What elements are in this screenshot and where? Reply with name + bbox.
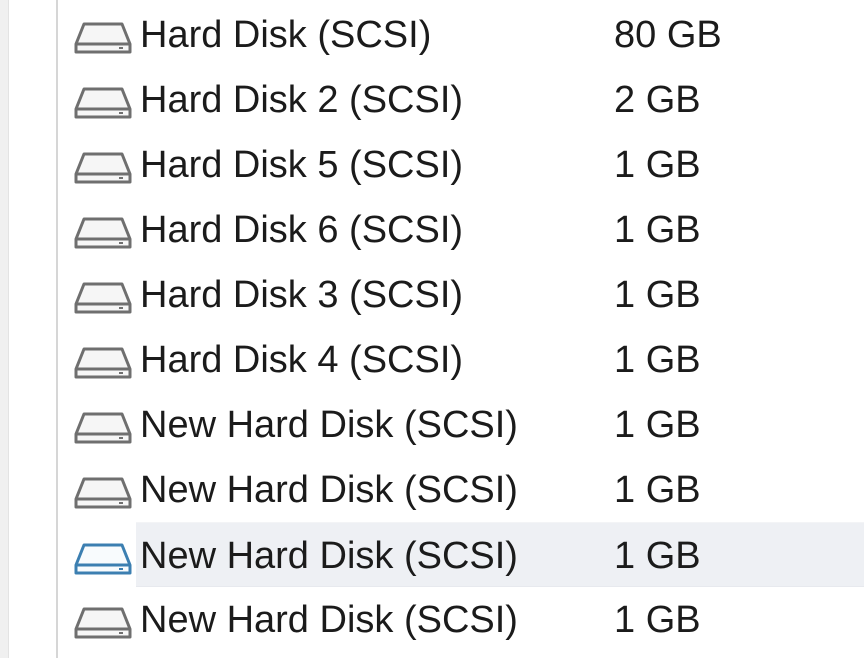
- device-row[interactable]: New Hard Disk (SCSI) 1 GB: [58, 587, 864, 652]
- device-name: New Hard Disk (SCSI): [140, 599, 518, 641]
- device-row[interactable]: Hard Disk 2 (SCSI) 2 GB: [58, 67, 864, 132]
- hard-disk-icon: [74, 347, 132, 379]
- device-size: 1 GB: [614, 274, 701, 316]
- device-name: Hard Disk 3 (SCSI): [140, 274, 464, 316]
- device-name: New Hard Disk (SCSI): [140, 404, 518, 446]
- device-size: 1 GB: [614, 469, 701, 511]
- hard-disk-icon: [74, 22, 132, 54]
- device-size: 1 GB: [614, 144, 701, 186]
- device-row[interactable]: Hard Disk (SCSI) 80 GB: [58, 2, 864, 67]
- hardware-device-list: Hard Disk (SCSI) 80 GB Hard Disk 2 (SCSI…: [56, 0, 864, 658]
- hard-disk-icon: [74, 412, 132, 444]
- device-size: 1 GB: [614, 209, 701, 251]
- device-row[interactable]: New Hard Disk (SCSI) 1 GB: [58, 392, 864, 457]
- device-size: 1 GB: [614, 404, 701, 446]
- device-name: Hard Disk 2 (SCSI): [140, 79, 464, 121]
- hard-disk-icon: [74, 477, 132, 509]
- hard-disk-icon: [74, 543, 132, 575]
- device-row[interactable]: Hard Disk 3 (SCSI) 1 GB: [58, 262, 864, 327]
- hard-disk-icon: [74, 217, 132, 249]
- hard-disk-icon: [74, 87, 132, 119]
- device-size: 1 GB: [614, 599, 701, 641]
- device-size: 80 GB: [614, 14, 722, 56]
- device-row[interactable]: Hard Disk 5 (SCSI) 1 GB: [58, 132, 864, 197]
- device-list: Hard Disk (SCSI) 80 GB Hard Disk 2 (SCSI…: [58, 2, 864, 652]
- device-row[interactable]: Hard Disk 4 (SCSI) 1 GB: [58, 327, 864, 392]
- device-size: 2 GB: [614, 79, 701, 121]
- device-name: Hard Disk 5 (SCSI): [140, 144, 464, 186]
- device-name: Hard Disk (SCSI): [140, 14, 432, 56]
- left-panel: [0, 0, 9, 658]
- device-name: Hard Disk 6 (SCSI): [140, 209, 464, 251]
- hard-disk-icon: [74, 282, 132, 314]
- hard-disk-icon: [74, 607, 132, 639]
- device-row[interactable]: Hard Disk 6 (SCSI) 1 GB: [58, 197, 864, 262]
- device-row[interactable]: New Hard Disk (SCSI) 1 GB: [58, 457, 864, 522]
- device-size: 1 GB: [614, 535, 701, 577]
- device-name: New Hard Disk (SCSI): [140, 469, 518, 511]
- device-name: Hard Disk 4 (SCSI): [140, 339, 464, 381]
- device-row-highlighted[interactable]: New Hard Disk (SCSI) 1 GB: [58, 522, 864, 588]
- device-name: New Hard Disk (SCSI): [140, 535, 518, 577]
- hard-disk-icon: [74, 152, 132, 184]
- device-size: 1 GB: [614, 339, 701, 381]
